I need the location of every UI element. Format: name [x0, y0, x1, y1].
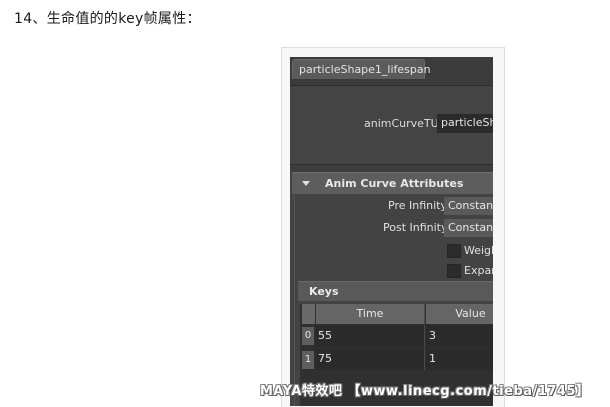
table-cell-time[interactable]: 55 [315, 325, 425, 347]
column-header-value[interactable]: Value [426, 304, 493, 324]
anim-curve-attributes-header[interactable]: Anim Curve Attributes [292, 172, 493, 194]
column-header-time[interactable]: Time [316, 304, 425, 324]
expand-checkbox[interactable] [447, 264, 461, 278]
expand-label: Expan [464, 264, 493, 277]
attribute-editor-panel: particleShape1_lifespan animCurveTU: par… [290, 57, 493, 406]
node-type-label: animCurveTU: [364, 117, 443, 130]
tab-separator [290, 79, 493, 86]
tab-particleshape-lifespan[interactable]: particleShape1_lifespan [292, 59, 431, 79]
keys-title: Keys [309, 285, 339, 298]
table-cell-value[interactable]: 1 [426, 348, 493, 370]
row-header-1[interactable]: 1 [302, 351, 314, 369]
keys-section-header[interactable]: Keys [298, 281, 493, 301]
pre-infinity-dropdown[interactable]: Constant [444, 197, 493, 215]
weighted-tangents-label: Weigh [464, 244, 493, 257]
post-infinity-label: Post Infinity [383, 221, 448, 234]
page-heading: 14、生命值的的key帧属性： [14, 11, 201, 27]
table-cell-time[interactable]: 75 [315, 348, 425, 370]
collapse-triangle-icon[interactable] [302, 181, 310, 186]
weighted-tangents-checkbox[interactable] [447, 244, 461, 258]
tab-bar: particleShape1_lifespan [290, 57, 493, 79]
row-header-0[interactable]: 0 [302, 327, 314, 345]
post-infinity-dropdown[interactable]: Constant [444, 219, 493, 237]
section-title: Anim Curve Attributes [325, 177, 464, 190]
site-watermark: MAYA特效吧 【www.linecg.com/tieba/1745】 [260, 384, 590, 399]
node-name-field[interactable]: particleSha [437, 114, 493, 133]
table-cell-value[interactable]: 3 [426, 325, 493, 347]
pre-infinity-label: Pre Infinity [388, 199, 447, 212]
table-corner [302, 304, 315, 324]
